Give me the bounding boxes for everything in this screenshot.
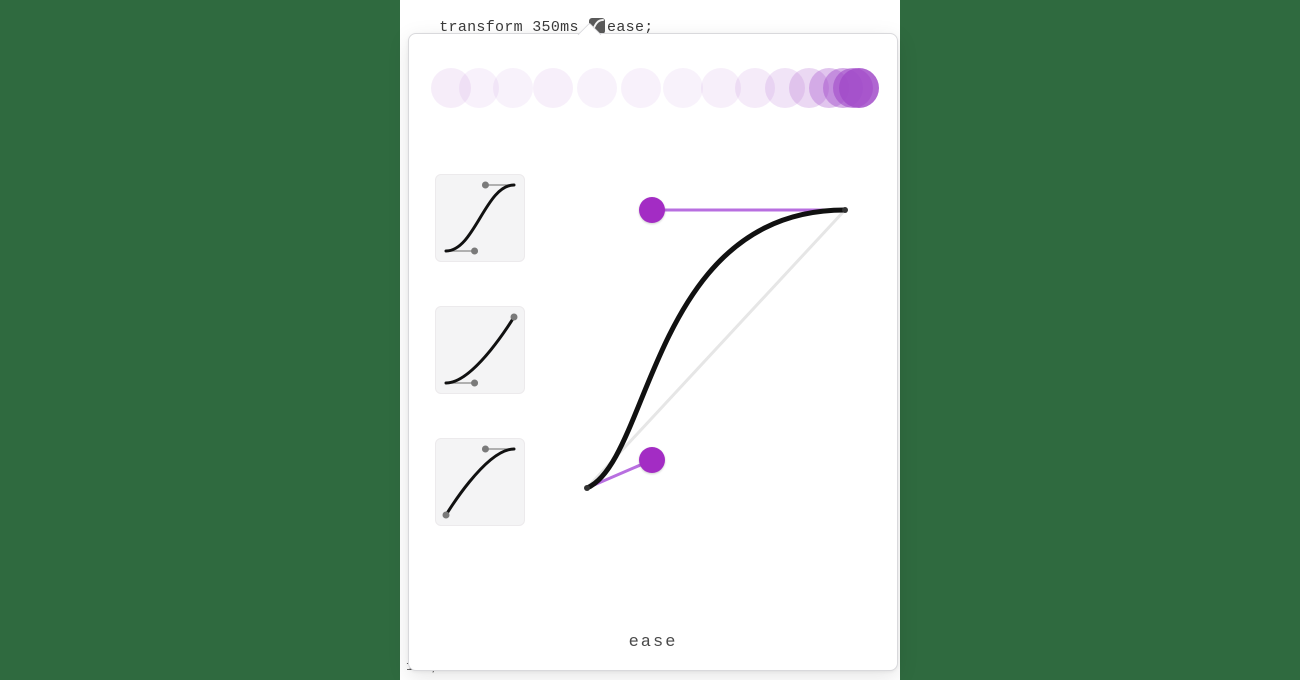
trail-ball — [621, 68, 661, 108]
trail-ball — [577, 68, 617, 108]
trail-ball — [839, 68, 879, 108]
curve-end-point — [842, 207, 848, 213]
bezier-editor-popover: ease — [408, 33, 898, 671]
preset-ease-out[interactable] — [435, 438, 525, 526]
linear-reference-line — [587, 210, 845, 488]
preset-ease-in[interactable] — [435, 306, 525, 394]
trail-ball — [533, 68, 573, 108]
curve-name-label: ease — [409, 633, 897, 652]
preset-list — [435, 174, 531, 570]
bezier-canvas — [581, 204, 851, 494]
bezier-editor[interactable] — [581, 204, 851, 494]
preset-ease-in-out[interactable] — [435, 174, 525, 262]
curve-start-point — [584, 485, 590, 491]
trail-ball — [493, 68, 533, 108]
control-handle-1[interactable] — [639, 447, 665, 473]
trail-ball — [663, 68, 703, 108]
control-handle-2[interactable] — [639, 197, 665, 223]
easing-preview-trail — [431, 58, 875, 118]
